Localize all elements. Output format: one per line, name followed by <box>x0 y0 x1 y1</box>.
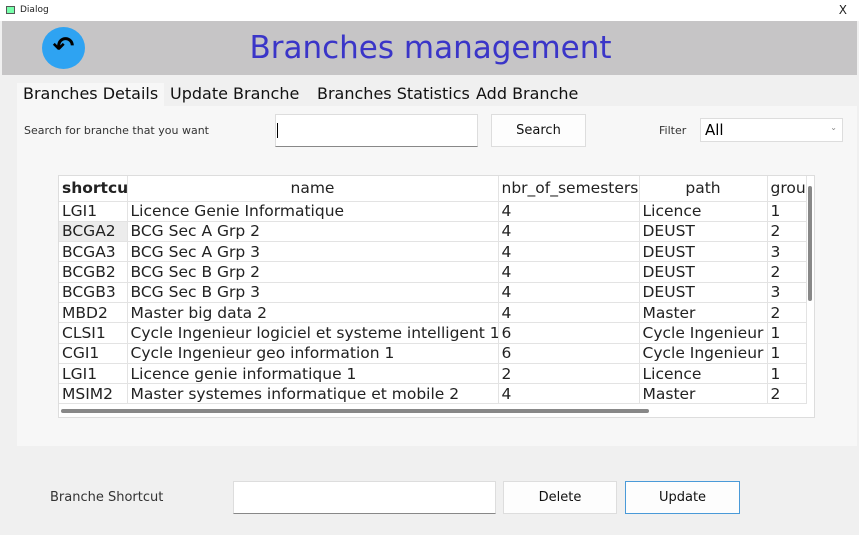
table-cell[interactable]: 1 <box>767 201 807 222</box>
table-cell[interactable]: DEUST <box>639 221 768 243</box>
table-cell[interactable]: 6 <box>498 343 640 364</box>
branche-shortcut-input[interactable] <box>233 481 496 514</box>
table-cell[interactable]: 2 <box>498 363 640 385</box>
tab-update-branche[interactable]: Update Branche <box>164 83 306 107</box>
table-row[interactable]: LGI1 Licence genie informatique 1 2 Licence… <box>59 363 807 385</box>
table-cell[interactable]: BCG Sec B Grp 3 <box>127 282 499 303</box>
table-cell[interactable]: 4 <box>498 221 640 243</box>
table-row[interactable]: MSIM2 Master systemes informatique et mob… <box>59 383 807 405</box>
table-cell[interactable]: Cycle Ingenieur geo information 1 <box>127 343 499 364</box>
window-title: Dialog <box>20 5 49 15</box>
table-cell[interactable]: 1 <box>767 322 807 344</box>
table-cell[interactable]: DEUST <box>639 282 768 303</box>
table-row[interactable]: CGI1 Cycle Ingenieur geo information 1 6 Cy… <box>59 343 807 364</box>
horizontal-scrollbar[interactable] <box>61 409 649 413</box>
table-cell[interactable]: Licence Genie Informatique <box>127 201 499 222</box>
table-cell[interactable]: 4 <box>498 383 640 405</box>
table-row[interactable]: LGI1 Licence Genie Informatique 4 Licence 1 <box>59 201 807 222</box>
table-cell[interactable]: 1 <box>767 343 807 364</box>
table-cell[interactable]: 4 <box>498 282 640 303</box>
table-cell[interactable]: Cycle Ingenieur <box>639 322 768 344</box>
table-cell[interactable]: MBD2 <box>59 302 128 324</box>
update-button[interactable]: Update <box>625 481 740 514</box>
table-cell[interactable]: Master big data 2 <box>127 302 499 324</box>
branches-table[interactable]: shortcut name nbr_of_semesters path grou… <box>58 175 815 418</box>
table-cell[interactable]: DEUST <box>639 261 768 283</box>
table-cell[interactable]: BCGA3 <box>59 241 128 263</box>
column-header[interactable]: path <box>639 176 768 202</box>
table-cell[interactable]: 4 <box>498 302 640 324</box>
table-cell[interactable]: LGI1 <box>59 201 128 222</box>
table-row[interactable]: MBD2 Master big data 2 4 Master 2 <box>59 302 807 324</box>
table-cell[interactable]: BCG Sec A Grp 2 <box>127 221 499 243</box>
search-input[interactable] <box>275 114 478 147</box>
chevron-down-icon: ⌄ <box>830 123 837 132</box>
table-cell[interactable]: LGI1 <box>59 363 128 385</box>
search-label: Search for branche that you want <box>24 124 209 137</box>
table-header: shortcut name nbr_of_semesters path grou <box>59 176 807 202</box>
table-row[interactable]: BCGB2 BCG Sec B Grp 2 4 DEUST 2 <box>59 261 807 283</box>
table-cell[interactable]: Cycle Ingenieur logiciel et systeme inte… <box>127 322 499 344</box>
tab-branches-statistics[interactable]: Branches Statistics <box>311 83 476 107</box>
table-cell[interactable]: 1 <box>767 363 807 385</box>
table-cell[interactable]: DEUST <box>639 241 768 263</box>
delete-button[interactable]: Delete <box>503 481 617 514</box>
app-icon <box>6 6 15 14</box>
table-cell[interactable]: 2 <box>767 261 807 283</box>
close-button[interactable]: X <box>839 3 847 17</box>
table-row[interactable]: BCGA3 BCG Sec A Grp 3 4 DEUST 3 <box>59 241 807 263</box>
column-header[interactable]: shortcut <box>59 176 128 202</box>
tab-branches-details[interactable]: Branches Details <box>17 83 165 107</box>
table-cell[interactable]: 2 <box>767 221 807 243</box>
table-cell[interactable]: 4 <box>498 241 640 263</box>
filter-value: All <box>705 121 724 139</box>
table-cell[interactable]: BCGB3 <box>59 282 128 303</box>
table-cell[interactable]: CGI1 <box>59 343 128 364</box>
table-row[interactable]: BCGA2 BCG Sec A Grp 2 4 DEUST 2 <box>59 221 807 243</box>
title-bar: Dialog X <box>0 0 859 21</box>
filter-label: Filter <box>659 124 687 137</box>
table-cell[interactable]: 4 <box>498 261 640 283</box>
table-cell[interactable]: Master systemes informatique et mobile 2 <box>127 383 499 405</box>
table-cell[interactable]: BCGB2 <box>59 261 128 283</box>
table-cell[interactable]: Licence genie informatique 1 <box>127 363 499 385</box>
table-cell[interactable]: CLSI1 <box>59 322 128 344</box>
branche-shortcut-label: Branche Shortcut <box>50 490 164 505</box>
table-cell[interactable]: 3 <box>767 241 807 263</box>
table-cell[interactable]: BCGA2 <box>59 221 128 243</box>
table-cell[interactable]: 2 <box>767 383 807 405</box>
table-cell[interactable]: Master <box>639 383 768 405</box>
table-row[interactable]: BCGB3 BCG Sec B Grp 3 4 DEUST 3 <box>59 282 807 303</box>
vertical-scrollbar[interactable] <box>808 186 812 301</box>
table-cell[interactable]: 2 <box>767 302 807 324</box>
table-cell[interactable]: Licence <box>639 201 768 222</box>
table-row[interactable]: CLSI1 Cycle Ingenieur logiciel et systeme… <box>59 322 807 344</box>
column-header[interactable]: name <box>127 176 499 202</box>
table-cell[interactable]: 4 <box>498 201 640 222</box>
table-cell[interactable]: MSIM2 <box>59 383 128 405</box>
table-cell[interactable]: BCG Sec A Grp 3 <box>127 241 499 263</box>
table-cell[interactable]: Master <box>639 302 768 324</box>
table-cell[interactable]: Licence <box>639 363 768 385</box>
page-title: Branches management <box>249 30 612 66</box>
filter-select[interactable]: All ⌄ <box>700 118 843 142</box>
table-cell[interactable]: Cycle Ingenieur <box>639 343 768 364</box>
table-cell[interactable]: 6 <box>498 322 640 344</box>
tab-add-branche[interactable]: Add Branche <box>470 83 585 107</box>
column-header[interactable]: nbr_of_semesters <box>498 176 640 202</box>
text-cursor <box>277 123 278 138</box>
search-button[interactable]: Search <box>491 114 586 147</box>
column-header[interactable]: grou <box>767 176 807 202</box>
table-cell[interactable]: 3 <box>767 282 807 303</box>
table-cell[interactable]: BCG Sec B Grp 2 <box>127 261 499 283</box>
